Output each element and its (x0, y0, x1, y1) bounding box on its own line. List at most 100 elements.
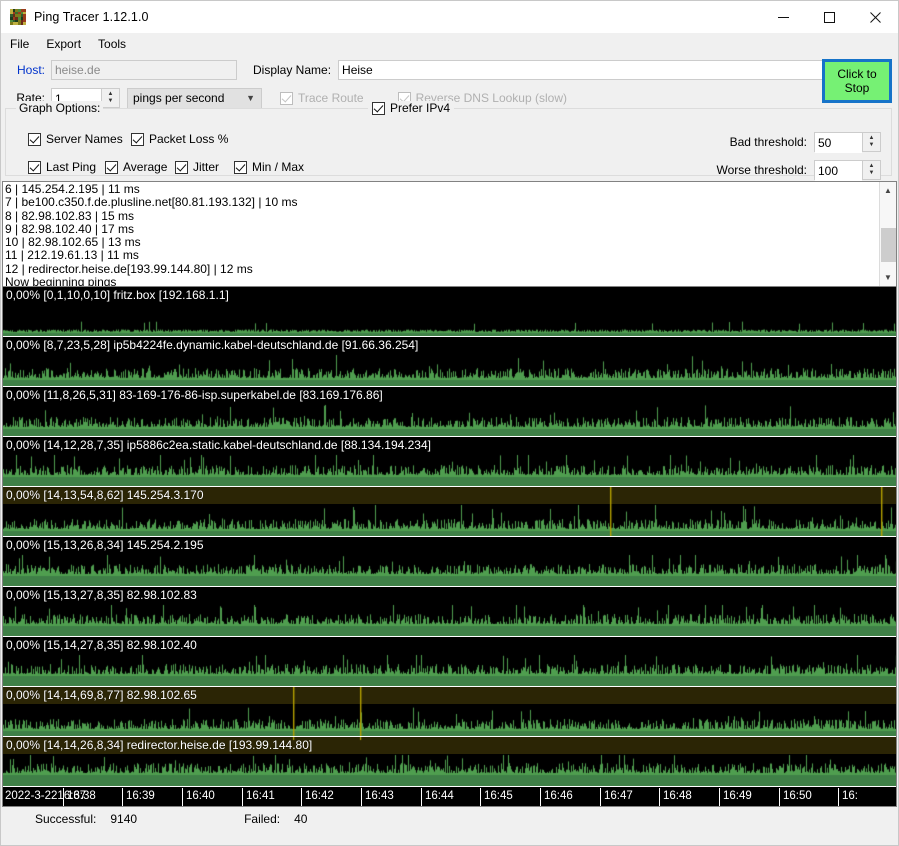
hop-graph-panel[interactable]: 0,00% [15,13,27,8,35] 82.98.102.83 (3, 587, 896, 637)
bad-threshold-arrows[interactable]: ▲ ▼ (862, 133, 880, 151)
bad-threshold-label: Bad threshold: (730, 135, 807, 149)
app-grid-icon (10, 9, 26, 25)
hop-graph-panel[interactable]: 0,00% [14,14,26,8,34] redirector.heise.d… (3, 737, 896, 787)
stepper-down-icon[interactable]: ▼ (108, 98, 114, 105)
time-tick: 16:45 (480, 788, 540, 806)
time-tick: 2022-3-2216:37 (3, 788, 63, 806)
average-checkbox[interactable]: Average (105, 160, 175, 174)
checkbox-icon (234, 161, 247, 174)
failed-value: 40 (294, 812, 307, 826)
bad-threshold-input[interactable] (815, 133, 862, 153)
hop-graph-label: 0,00% [15,13,26,8,34] 145.254.2.195 (6, 538, 204, 552)
scroll-down-icon[interactable]: ▼ (880, 269, 897, 286)
time-tick: 16:50 (779, 788, 839, 806)
window-bottom-strip (1, 831, 898, 845)
time-tick: 16:47 (600, 788, 660, 806)
checkbox-icon (372, 102, 385, 115)
hop-graph-panel[interactable]: 0,00% [8,7,23,5,28] ip5b4224fe.dynamic.k… (3, 337, 896, 387)
time-tick: 16:43 (361, 788, 421, 806)
hop-graph-label: 0,00% [15,14,27,8,35] 82.98.102.40 (6, 638, 197, 652)
stepper-up-icon[interactable]: ▲ (108, 91, 114, 98)
menu-item-export[interactable]: Export (46, 35, 90, 53)
graph-options-row-2: Last Ping Average Jitter Min / Max (28, 160, 304, 174)
window-controls (760, 1, 898, 33)
stepper-down-icon[interactable]: ▼ (869, 170, 875, 177)
jitter-label: Jitter (193, 160, 219, 174)
worse-threshold-input[interactable] (815, 161, 862, 181)
worse-threshold-arrows[interactable]: ▲ ▼ (862, 161, 880, 179)
checkbox-icon (131, 133, 144, 146)
hop-graphs-container: 0,00% [0,1,10,0,10] fritz.box [192.168.1… (2, 287, 897, 788)
time-tick: 16: (838, 788, 897, 806)
menu-bar: File Export Tools (1, 33, 898, 54)
configuration-area: Host: Display Name: Rate: ▲ ▼ pings per … (1, 54, 898, 181)
close-icon[interactable] (852, 1, 898, 33)
prefer-ipv4-label: Prefer IPv4 (390, 101, 450, 115)
hop-graph-label: 0,00% [14,14,69,8,77] 82.98.102.65 (6, 688, 197, 702)
prefer-ipv4-checkbox[interactable]: Prefer IPv4 (368, 101, 454, 118)
rate-unit-select[interactable]: pings per second ▼ (127, 88, 262, 109)
min-max-checkbox[interactable]: Min / Max (234, 160, 304, 174)
hop-graph-panel[interactable]: 0,00% [15,13,26,8,34] 145.254.2.195 (3, 537, 896, 587)
time-tick: 16:44 (421, 788, 481, 806)
failed-label: Failed: (244, 812, 280, 826)
hop-graph-label: 0,00% [0,1,10,0,10] fritz.box [192.168.1… (6, 288, 229, 302)
display-name-input[interactable] (338, 60, 832, 80)
last-ping-checkbox[interactable]: Last Ping (28, 160, 105, 174)
graph-options-row-1: Server Names Packet Loss % (28, 132, 228, 146)
trace-log-panel[interactable]: 6 | 145.254.2.195 | 11 ms 7 | be100.c350… (2, 181, 897, 287)
maximize-icon[interactable] (806, 1, 852, 33)
window-title: Ping Tracer 1.12.1.0 (34, 10, 149, 24)
graph-options-group: Graph Options: Prefer IPv4 Server Names … (5, 108, 892, 176)
stop-button-line2: Stop (845, 81, 870, 95)
host-label[interactable]: Host: (5, 63, 45, 77)
worse-threshold-stepper[interactable]: ▲ ▼ (814, 160, 881, 180)
time-tick: 16:39 (122, 788, 182, 806)
time-tick: 16:49 (719, 788, 779, 806)
stepper-up-icon[interactable]: ▲ (869, 135, 875, 142)
worse-threshold-row: Worse threshold: ▲ ▼ (717, 160, 882, 180)
scroll-up-icon[interactable]: ▲ (880, 182, 897, 199)
log-scrollbar[interactable]: ▲ ▼ (879, 182, 896, 286)
checkbox-icon (105, 161, 118, 174)
chevron-down-icon: ▼ (246, 93, 255, 103)
checkbox-icon (28, 133, 41, 146)
menu-item-tools[interactable]: Tools (98, 35, 135, 53)
hop-graph-panel[interactable]: 0,00% [14,13,54,8,62] 145.254.3.170 (3, 487, 896, 537)
minimize-icon[interactable] (760, 1, 806, 33)
start-stop-button[interactable]: Click to Stop (822, 59, 892, 103)
successful-label: Successful: (35, 812, 96, 826)
host-input[interactable] (51, 60, 237, 80)
time-tick: 16:40 (182, 788, 242, 806)
hop-graph-panel[interactable]: 0,00% [11,8,26,5,31] 83-169-176-86-isp.s… (3, 387, 896, 437)
stepper-down-icon[interactable]: ▼ (869, 142, 875, 149)
checkbox-icon (280, 92, 293, 105)
hop-graph-panel[interactable]: 0,00% [0,1,10,0,10] fritz.box [192.168.1… (3, 287, 896, 337)
scrollbar-thumb[interactable] (881, 228, 896, 262)
hop-graph-label: 0,00% [15,13,27,8,35] 82.98.102.83 (6, 588, 197, 602)
stop-button-line1: Click to (837, 67, 876, 81)
rate-stepper-arrows[interactable]: ▲ ▼ (101, 89, 119, 107)
bad-threshold-stepper[interactable]: ▲ ▼ (814, 132, 881, 152)
last-ping-label: Last Ping (46, 160, 96, 174)
hop-graph-panel[interactable]: 0,00% [15,14,27,8,35] 82.98.102.40 (3, 637, 896, 687)
time-axis: 2022-3-2216:3716:3816:3916:4016:4116:421… (2, 788, 897, 807)
hop-graph-label: 0,00% [14,13,54,8,62] 145.254.3.170 (6, 488, 204, 502)
status-bar: Successful: 9140 Failed: 40 (1, 807, 898, 831)
display-name-label: Display Name: (253, 63, 331, 77)
time-tick: 16:46 (540, 788, 600, 806)
server-names-label: Server Names (46, 132, 123, 146)
time-tick: 16:48 (659, 788, 719, 806)
time-tick: 16:41 (242, 788, 302, 806)
graph-options-legend: Graph Options: (16, 101, 103, 115)
rate-unit-value: pings per second (133, 91, 224, 105)
hop-graph-label: 0,00% [8,7,23,5,28] ip5b4224fe.dynamic.k… (6, 338, 418, 352)
hop-graph-panel[interactable]: 0,00% [14,12,28,7,35] ip5886c2ea.static.… (3, 437, 896, 487)
packet-loss-checkbox[interactable]: Packet Loss % (131, 132, 228, 146)
jitter-checkbox[interactable]: Jitter (175, 160, 234, 174)
stepper-up-icon[interactable]: ▲ (869, 163, 875, 170)
trace-route-checkbox[interactable]: Trace Route (280, 91, 364, 105)
server-names-checkbox[interactable]: Server Names (28, 132, 131, 146)
menu-item-file[interactable]: File (10, 35, 38, 53)
hop-graph-panel[interactable]: 0,00% [14,14,69,8,77] 82.98.102.65 (3, 687, 896, 737)
